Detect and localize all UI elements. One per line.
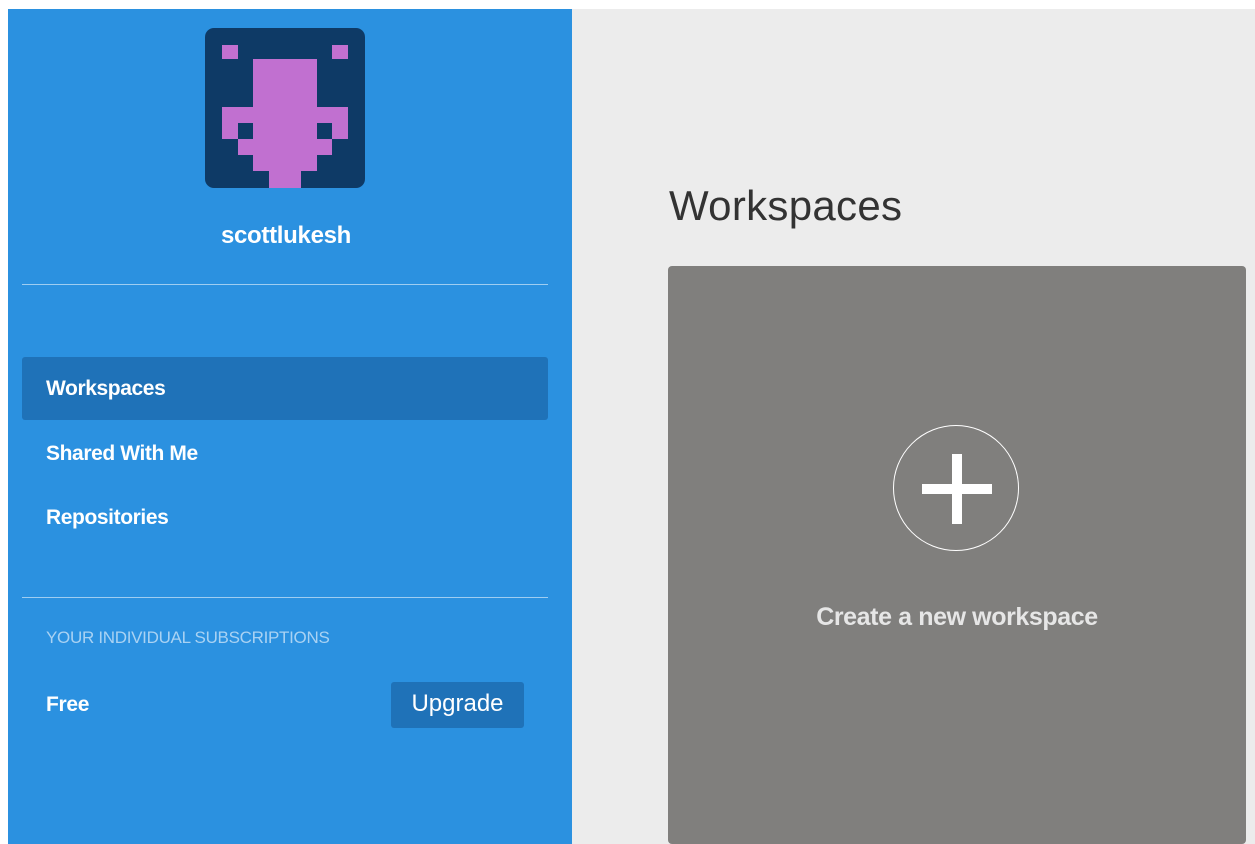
create-workspace-label: Create a new workspace (816, 603, 1098, 631)
username: scottlukesh (220, 222, 352, 249)
sidebar-divider (22, 284, 548, 285)
app-window: scottlukesh Workspaces Shared With Me Re… (0, 0, 1255, 844)
sidebar-item-repositories[interactable]: Repositories (22, 486, 548, 549)
subscriptions-section-label: YOUR INDIVIDUAL SUBSCRIPTIONS (46, 628, 330, 647)
plus-circle-icon (893, 425, 1019, 551)
plus-bar-vertical (952, 454, 962, 524)
main-content: Workspaces Create a new workspace (572, 9, 1255, 844)
sidebar-divider (22, 597, 548, 598)
create-workspace-card[interactable]: Create a new workspace (668, 266, 1246, 844)
sidebar-item-workspaces[interactable]: Workspaces (22, 357, 548, 420)
subscription-plan: Free (46, 693, 90, 716)
user-avatar-icon (205, 28, 365, 188)
sidebar-item-shared-with-me[interactable]: Shared With Me (22, 422, 548, 485)
page-title: Workspaces (669, 182, 903, 229)
upgrade-button[interactable]: Upgrade (391, 682, 524, 728)
sidebar: scottlukesh Workspaces Shared With Me Re… (8, 9, 572, 844)
identicon-graphic (222, 45, 348, 188)
